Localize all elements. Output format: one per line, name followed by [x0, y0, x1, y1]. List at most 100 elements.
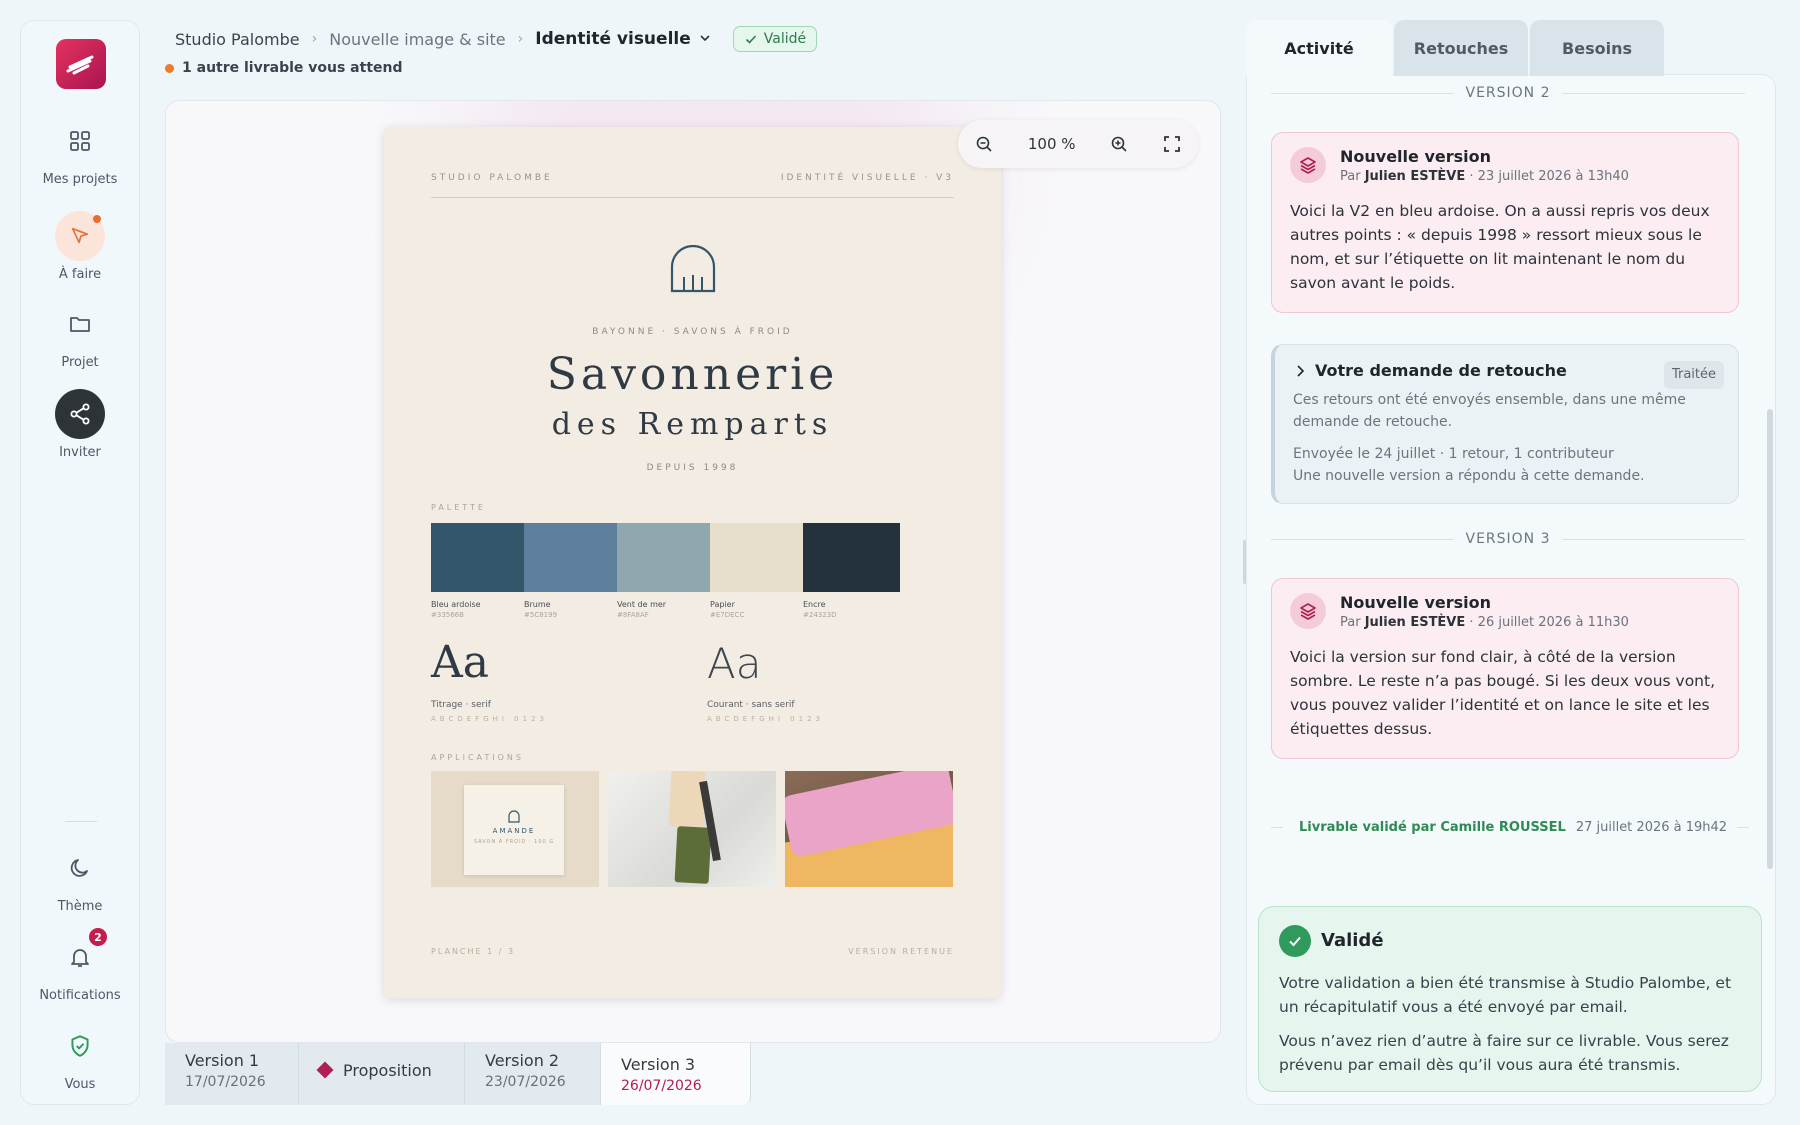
- app-logo[interactable]: [56, 39, 106, 89]
- nav-theme[interactable]: Thème: [21, 843, 139, 914]
- validation-date: 27 juillet 2026 à 19h42: [1575, 820, 1728, 835]
- applications-label: APPLICATIONS: [431, 753, 524, 762]
- notification-badge: 2: [87, 926, 109, 948]
- zoom-out-icon[interactable]: [975, 135, 993, 153]
- retouche-sent: Envoyée le 24 juillet · 1 retour, 1 cont…: [1293, 446, 1614, 462]
- deliverable-selector[interactable]: Identité visuelle: [535, 29, 711, 49]
- layers-icon: [1290, 147, 1326, 183]
- check-icon: [745, 35, 756, 44]
- nav-mes-projets[interactable]: Mes projets: [21, 116, 139, 187]
- tab-retouches[interactable]: Retouches: [1394, 20, 1528, 76]
- nav-vous[interactable]: Vous: [21, 1021, 139, 1092]
- tab-activite[interactable]: Activité: [1246, 20, 1392, 76]
- board-studio: STUDIO PALOMBE: [431, 173, 553, 183]
- card-by: Par: [1340, 615, 1361, 630]
- swatch-label: Brume #5C8199: [524, 599, 557, 621]
- logo-icon: [66, 55, 94, 75]
- card-date: · 23 juillet 2026 à 13h40: [1469, 169, 1629, 184]
- swatch-name: Papier: [710, 600, 735, 609]
- swatch-name: Encre: [803, 600, 826, 609]
- nav-notifications[interactable]: 2 Notifications: [21, 926, 139, 1003]
- serif-sample: Aa: [431, 637, 490, 688]
- zoom-toolbar: 100 %: [958, 120, 1198, 168]
- app-soap-stack-image: [785, 771, 953, 887]
- swatch-hex: #5C8199: [524, 611, 558, 619]
- swatch-name: Bleu ardoise: [431, 600, 481, 609]
- nav-inviter[interactable]: Inviter: [21, 389, 139, 460]
- card-text: Voici la V2 en bleu ardoise. On a aussi …: [1290, 202, 1710, 292]
- color-swatch: [710, 523, 807, 592]
- version-label: Version 3: [621, 1055, 696, 1074]
- share-icon: [55, 389, 105, 439]
- card-title: Nouvelle version: [1340, 147, 1492, 166]
- board-subtitle: BAYONNE · SAVONS À FROID: [592, 327, 793, 337]
- board-title: Savonnerie: [546, 349, 839, 400]
- nav-a-faire[interactable]: À faire: [21, 211, 139, 282]
- board-since: DEPUIS 1998: [646, 463, 739, 473]
- board-header: STUDIO PALOMBE IDENTITÉ VISUELLE · V3: [431, 173, 954, 183]
- status-label: Validé: [763, 31, 807, 47]
- validation-title: Validé: [1321, 930, 1384, 951]
- breadcrumb-project[interactable]: Nouvelle image & site: [329, 30, 505, 49]
- tab-proposition[interactable]: Proposition: [299, 1043, 465, 1105]
- board-ident: IDENTITÉ VISUELLE · V3: [780, 173, 954, 183]
- validation-confirmation-card: Validé Votre validation a bien été trans…: [1258, 906, 1762, 1092]
- card-author[interactable]: Julien ESTÈVE: [1365, 615, 1466, 630]
- version-separator: VERSION 2: [1271, 85, 1745, 101]
- version-date: 17/07/2026: [185, 1074, 266, 1090]
- validation-event: Livrable validé par Camille ROUSSEL 27 j…: [1271, 820, 1750, 835]
- nav-label: Projet: [61, 355, 99, 370]
- tab-version-1[interactable]: Version 1 17/07/2026: [165, 1043, 299, 1105]
- swatch-hex: #E7DECC: [710, 611, 745, 619]
- tab-version-2[interactable]: Version 2 23/07/2026: [465, 1043, 601, 1105]
- scrollbar[interactable]: [1767, 409, 1773, 869]
- swatch-label: Vent de mer #8FA8AF: [617, 599, 666, 621]
- breadcrumb: Studio Palombe › Nouvelle image & site ›…: [175, 26, 818, 52]
- pending-notice[interactable]: 1 autre livrable vous attend: [165, 60, 403, 76]
- diamond-icon: [316, 1061, 334, 1079]
- nav-projet[interactable]: Projet: [21, 299, 139, 370]
- pending-text: 1 autre livrable vous attend: [182, 60, 403, 76]
- cursor-icon: [55, 211, 105, 261]
- zoom-in-icon[interactable]: [1110, 135, 1128, 153]
- panel-tabs: Activité Retouches Besoins: [1246, 20, 1666, 76]
- sans-alphabet: ABCDEFGHI 0123: [707, 715, 824, 723]
- identity-board: STUDIO PALOMBE IDENTITÉ VISUELLE · V3 BA…: [384, 127, 1001, 998]
- card-text: Voici la version sur fond clair, à côté …: [1290, 648, 1716, 738]
- status-badge: Validé: [732, 26, 818, 52]
- zoom-level: 100 %: [1027, 135, 1076, 153]
- current-deliverable: Identité visuelle: [535, 29, 691, 49]
- chevron-right-icon: [1297, 365, 1305, 377]
- board-footer-left: PLANCHE 1 / 3: [431, 947, 516, 956]
- retouche-request-card[interactable]: Votre demande de retouche Traitée Ces re…: [1271, 344, 1739, 504]
- version-tabs: Version 1 17/07/2026 Proposition Version…: [165, 1043, 751, 1105]
- tab-besoins[interactable]: Besoins: [1530, 20, 1664, 76]
- palette-label: PALETTE: [431, 503, 486, 512]
- breadcrumb-studio[interactable]: Studio Palombe: [175, 30, 300, 49]
- card-author[interactable]: Julien ESTÈVE: [1365, 169, 1466, 184]
- separator-label: VERSION 3: [1453, 531, 1563, 547]
- check-circle-icon: [1279, 925, 1311, 957]
- label-name: AMANDE: [492, 827, 536, 835]
- tab-version-3[interactable]: Version 3 26/07/2026: [601, 1043, 751, 1105]
- version-separator: VERSION 3: [1271, 531, 1745, 547]
- app-soap-bars-image: [608, 771, 776, 887]
- fullscreen-icon[interactable]: [1163, 135, 1181, 153]
- moon-icon: [55, 843, 105, 893]
- color-swatch: [524, 523, 621, 592]
- swatch-hex: #8FA8AF: [617, 611, 649, 619]
- chevron-down-icon: [700, 35, 710, 42]
- shield-check-icon: [55, 1021, 105, 1071]
- arch-logo-icon: [670, 245, 716, 293]
- sidebar: Mes projets À faire Projet Inviter Thème…: [20, 20, 140, 1105]
- swatch-name: Brume: [524, 600, 551, 609]
- activity-card-new-version: Nouvelle version Par Julien ESTÈVE · 26 …: [1271, 578, 1739, 759]
- swatch-hex: #24323D: [803, 611, 837, 619]
- arch-mini-icon: [508, 810, 520, 823]
- label-sub: SAVON À FROID · 100 G: [473, 839, 555, 845]
- activity-panel: VERSION 2 Nouvelle version Par Julien ES…: [1246, 20, 1776, 1105]
- separator-label: VERSION 2: [1453, 85, 1563, 101]
- breadcrumb-separator: ›: [517, 31, 524, 47]
- swatch-name: Vent de mer: [617, 600, 667, 609]
- serif-alphabet: ABCDEFGHI 0123: [431, 715, 548, 723]
